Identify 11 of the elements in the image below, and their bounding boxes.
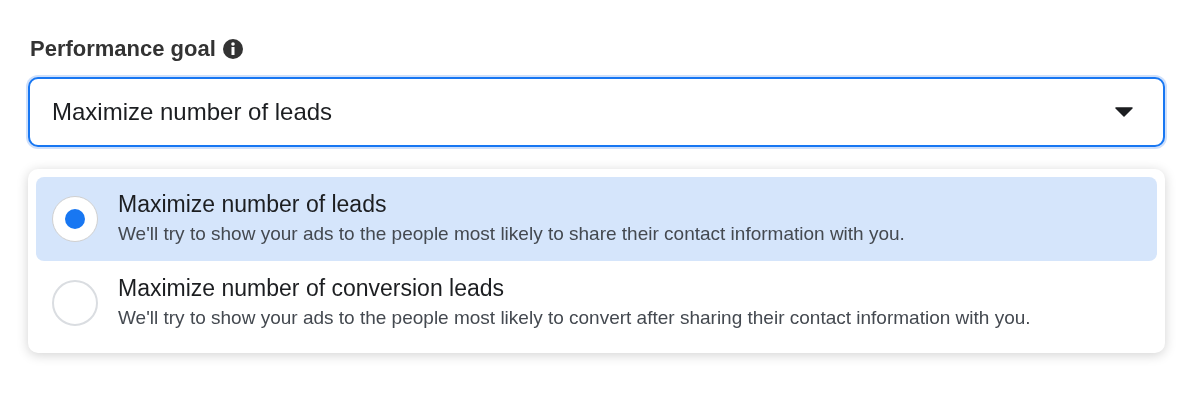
option-description: We'll try to show your ads to the people most likely to share their contact information with you.: [118, 222, 905, 246]
info-icon: [221, 37, 244, 60]
dropdown-select[interactable]: Maximize number of leads: [28, 77, 1165, 147]
option-title: Maximize number of leads: [118, 190, 388, 219]
option-title: Maximize number of conversion leads: [118, 274, 506, 303]
option-description: We'll try to show your ads to the people most likely to convert after sharing their contact information with you.: [118, 306, 1031, 330]
option-item[interactable]: Maximize number of leads We'll try to show your ads to the people most likely to share their contact information with you.: [36, 177, 1157, 261]
radio-button[interactable]: [52, 196, 98, 242]
field-label: Performance goal: [30, 35, 216, 63]
radio-button[interactable]: [52, 280, 98, 326]
caret-icon: [1115, 107, 1133, 117]
